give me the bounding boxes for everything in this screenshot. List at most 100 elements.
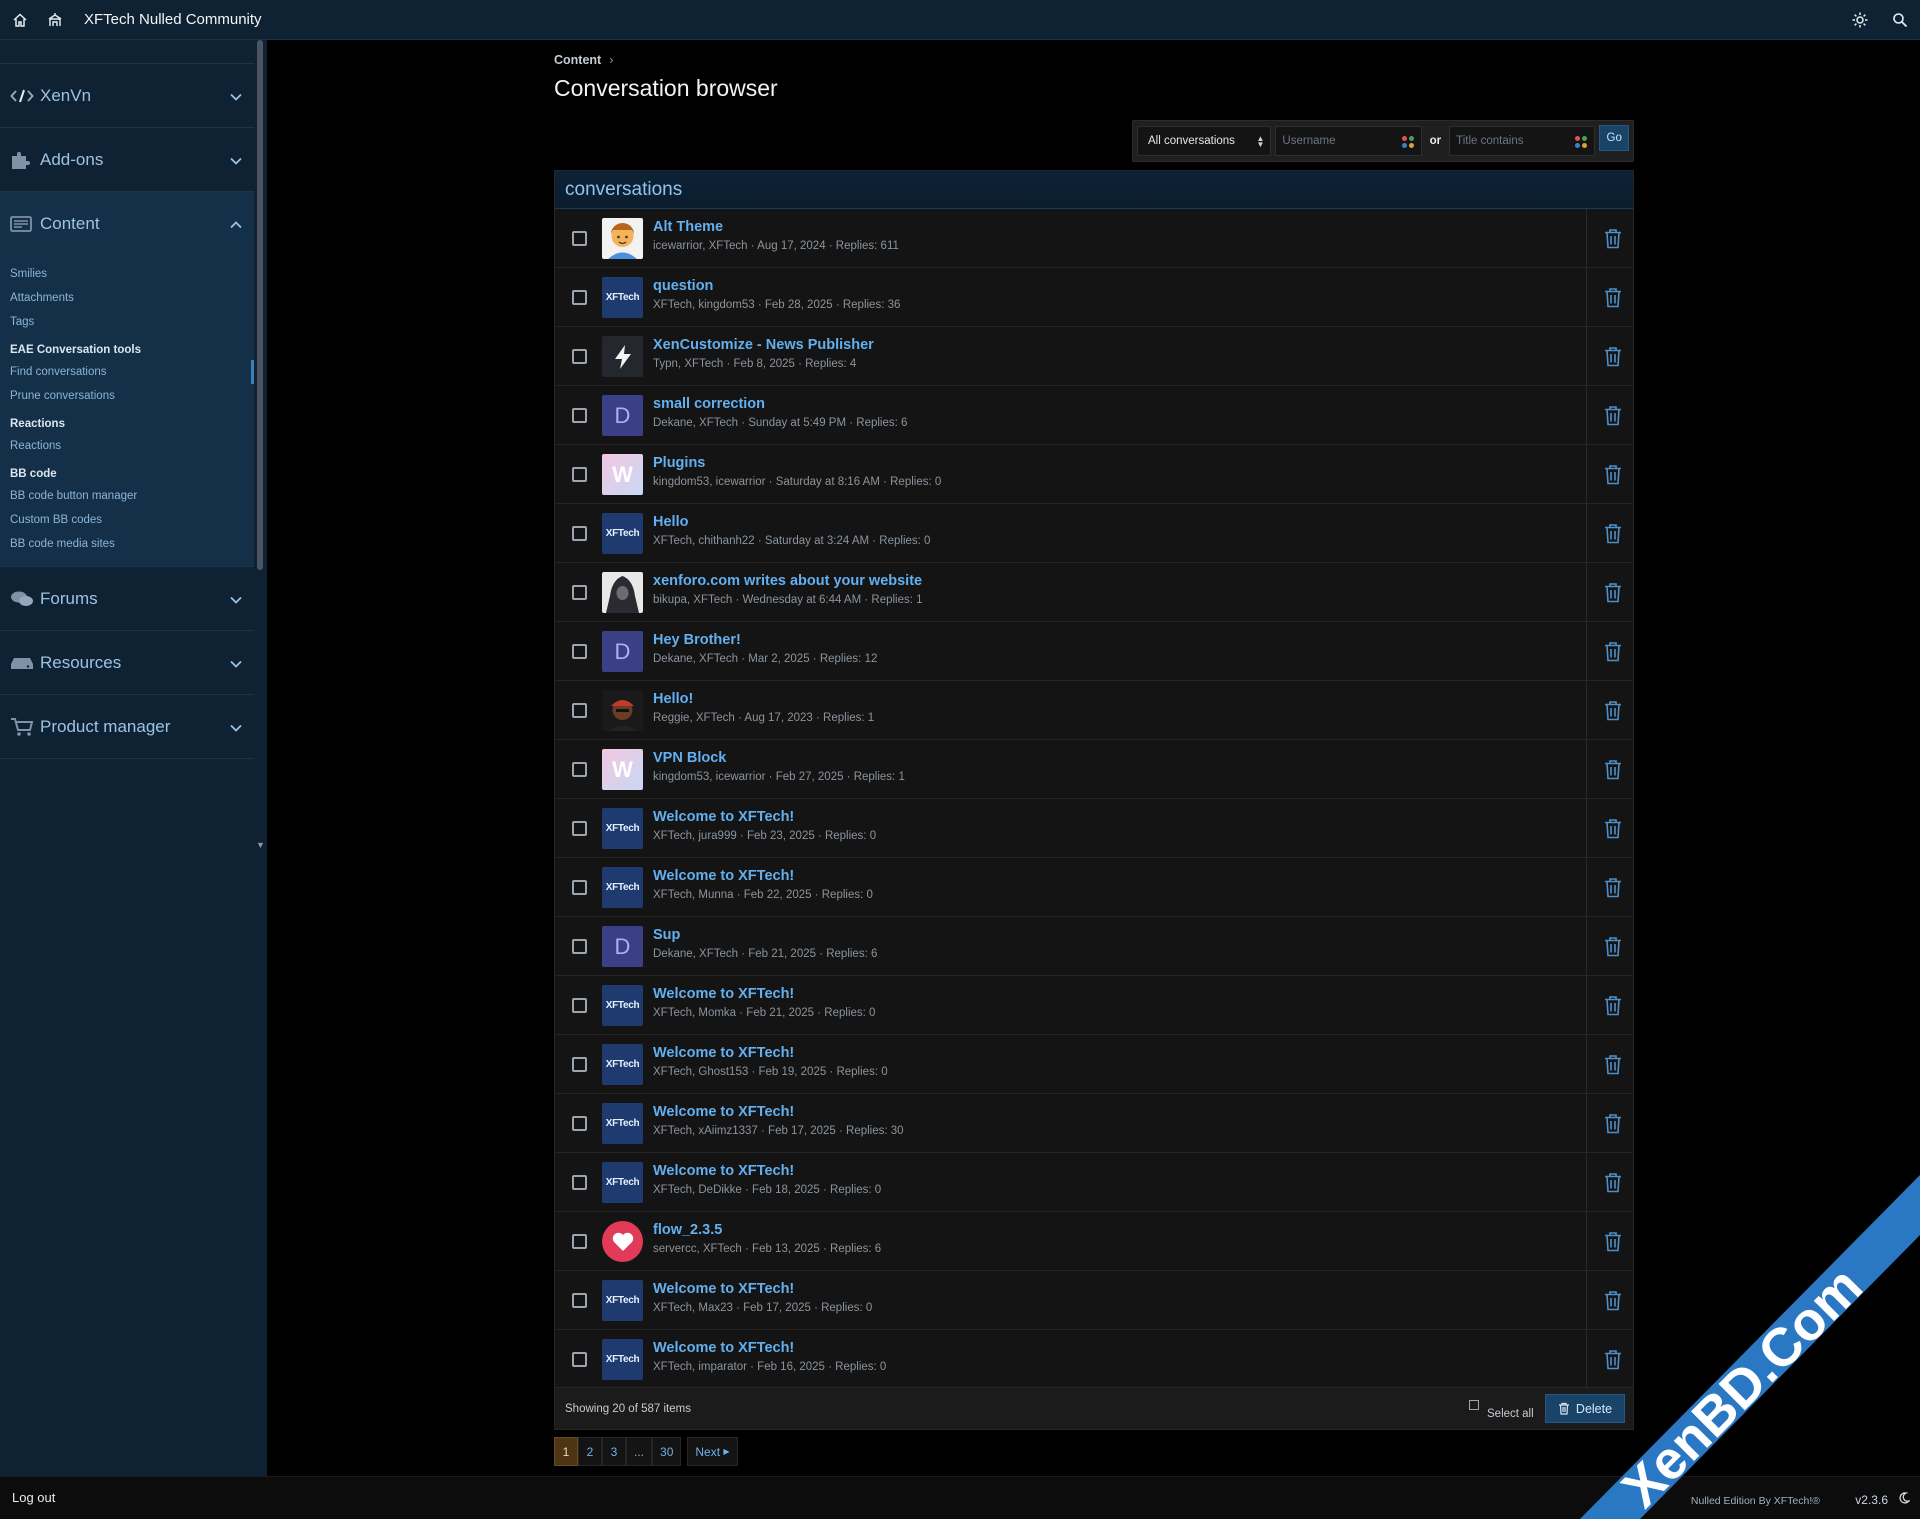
avatar[interactable]: D xyxy=(602,631,643,672)
trash-icon[interactable] xyxy=(1603,1054,1623,1075)
avatar[interactable]: XFTech xyxy=(602,1162,643,1203)
conversation-title-link[interactable]: Hello! xyxy=(653,691,693,707)
conversation-title-link[interactable]: Welcome to XFTech! xyxy=(653,1045,794,1061)
row-checkbox[interactable] xyxy=(572,1175,587,1190)
row-checkbox[interactable] xyxy=(572,644,587,659)
trash-icon[interactable] xyxy=(1603,1290,1623,1311)
scrollbar-thumb[interactable] xyxy=(257,40,263,570)
trash-icon[interactable] xyxy=(1603,700,1623,721)
trash-icon[interactable] xyxy=(1603,1113,1623,1134)
moon-icon[interactable] xyxy=(1898,1491,1911,1509)
row-checkbox[interactable] xyxy=(572,880,587,895)
row-checkbox[interactable] xyxy=(572,408,587,423)
conversation-title-link[interactable]: question xyxy=(653,278,713,294)
row-checkbox[interactable] xyxy=(572,821,587,836)
sidebar-section-resources[interactable]: Resources xyxy=(0,631,254,695)
row-checkbox[interactable] xyxy=(572,1116,587,1131)
avatar[interactable]: W xyxy=(602,454,643,495)
avatar[interactable]: XFTech xyxy=(602,513,643,554)
password-manager-icon[interactable] xyxy=(1401,135,1415,149)
conversation-title-link[interactable]: Plugins xyxy=(653,455,705,471)
avatar[interactable] xyxy=(602,218,643,259)
avatar[interactable]: W xyxy=(602,749,643,790)
page-1[interactable]: 1 xyxy=(554,1437,578,1466)
sidebar-item-find-conversations[interactable]: Find conversations xyxy=(0,360,254,384)
conversation-filter-select[interactable]: All conversations ▲ ▼ xyxy=(1137,126,1272,156)
sidebar-section-forums[interactable]: Forums xyxy=(0,567,254,631)
title-contains-input[interactable]: Title contains xyxy=(1449,126,1596,156)
row-checkbox[interactable] xyxy=(572,349,587,364)
avatar[interactable]: D xyxy=(602,395,643,436)
avatar[interactable]: XFTech xyxy=(602,277,643,318)
username-input[interactable]: Username xyxy=(1275,126,1422,156)
sidebar-item-reactions[interactable]: Reactions xyxy=(0,434,254,458)
sidebar-scrollbar[interactable]: ▼ xyxy=(256,40,266,850)
checkbox-box[interactable] xyxy=(1469,1400,1479,1410)
go-button[interactable]: Go xyxy=(1599,125,1629,151)
conversation-title-link[interactable]: Welcome to XFTech! xyxy=(653,1281,794,1297)
page-ellipsis[interactable]: ... xyxy=(626,1437,653,1466)
row-checkbox[interactable] xyxy=(572,762,587,777)
trash-icon[interactable] xyxy=(1603,582,1623,603)
trash-icon[interactable] xyxy=(1603,936,1623,957)
trash-icon[interactable] xyxy=(1603,346,1623,367)
avatar[interactable] xyxy=(602,690,643,731)
page-2[interactable]: 2 xyxy=(578,1437,602,1466)
sidebar-section-partial[interactable] xyxy=(0,40,254,64)
sidebar-item-bb-code-button-manager[interactable]: BB code button manager xyxy=(0,484,254,508)
avatar[interactable]: XFTech xyxy=(602,1044,643,1085)
row-checkbox[interactable] xyxy=(572,467,587,482)
row-checkbox[interactable] xyxy=(572,1352,587,1367)
search-icon[interactable] xyxy=(1880,0,1920,40)
trash-icon[interactable] xyxy=(1603,405,1623,426)
conversation-title-link[interactable]: Sup xyxy=(653,927,680,943)
conversation-title-link[interactable]: Hey Brother! xyxy=(653,632,741,648)
avatar[interactable]: D xyxy=(602,926,643,967)
page-3[interactable]: 3 xyxy=(602,1437,626,1466)
avatar[interactable] xyxy=(602,336,643,377)
avatar[interactable]: XFTech xyxy=(602,1280,643,1321)
conversation-title-link[interactable]: XenCustomize - News Publisher xyxy=(653,337,874,353)
home-icon[interactable] xyxy=(0,0,40,40)
sidebar-section-xenvn[interactable]: XenVn xyxy=(0,64,254,128)
sidebar-section-addons[interactable]: Add-ons xyxy=(0,128,254,192)
trash-icon[interactable] xyxy=(1603,877,1623,898)
conversation-title-link[interactable]: small correction xyxy=(653,396,765,412)
conversation-title-link[interactable]: Welcome to XFTech! xyxy=(653,986,794,1002)
row-checkbox[interactable] xyxy=(572,1293,587,1308)
row-checkbox[interactable] xyxy=(572,703,587,718)
sidebar-item-custom-bb-codes[interactable]: Custom BB codes xyxy=(0,508,254,532)
row-checkbox[interactable] xyxy=(572,526,587,541)
avatar[interactable] xyxy=(602,572,643,613)
sidebar-item-prune-conversations[interactable]: Prune conversations xyxy=(0,384,254,408)
row-checkbox[interactable] xyxy=(572,1057,587,1072)
avatar[interactable]: XFTech xyxy=(602,1103,643,1144)
conversation-title-link[interactable]: Hello xyxy=(653,514,688,530)
trash-icon[interactable] xyxy=(1603,228,1623,249)
avatar[interactable]: XFTech xyxy=(602,985,643,1026)
trash-icon[interactable] xyxy=(1603,1172,1623,1193)
logout-link[interactable]: Log out xyxy=(12,1490,55,1505)
breadcrumb-content-link[interactable]: Content xyxy=(554,53,601,67)
next-page-button[interactable]: Next ▶ xyxy=(687,1437,738,1466)
row-checkbox[interactable] xyxy=(572,1234,587,1249)
select-all-checkbox[interactable]: Select all xyxy=(1469,1396,1534,1420)
sidebar-item-attachments[interactable]: Attachments xyxy=(0,286,254,310)
row-checkbox[interactable] xyxy=(572,998,587,1013)
trash-icon[interactable] xyxy=(1603,818,1623,839)
trash-icon[interactable] xyxy=(1603,464,1623,485)
conversation-title-link[interactable]: xenforo.com writes about your website xyxy=(653,573,922,589)
sidebar-item-tags[interactable]: Tags xyxy=(0,310,254,334)
conversation-title-link[interactable]: VPN Block xyxy=(653,750,726,766)
conversation-title-link[interactable]: Welcome to XFTech! xyxy=(653,809,794,825)
conversation-title-link[interactable]: Alt Theme xyxy=(653,219,723,235)
avatar[interactable] xyxy=(602,1221,643,1262)
row-checkbox[interactable] xyxy=(572,290,587,305)
trash-icon[interactable] xyxy=(1603,287,1623,308)
avatar[interactable]: XFTech xyxy=(602,867,643,908)
conversation-title-link[interactable]: Welcome to XFTech! xyxy=(653,1163,794,1179)
conversation-title-link[interactable]: Welcome to XFTech! xyxy=(653,1104,794,1120)
row-checkbox[interactable] xyxy=(572,585,587,600)
settings-gear-icon[interactable] xyxy=(1840,0,1880,40)
conversation-title-link[interactable]: Welcome to XFTech! xyxy=(653,868,794,884)
